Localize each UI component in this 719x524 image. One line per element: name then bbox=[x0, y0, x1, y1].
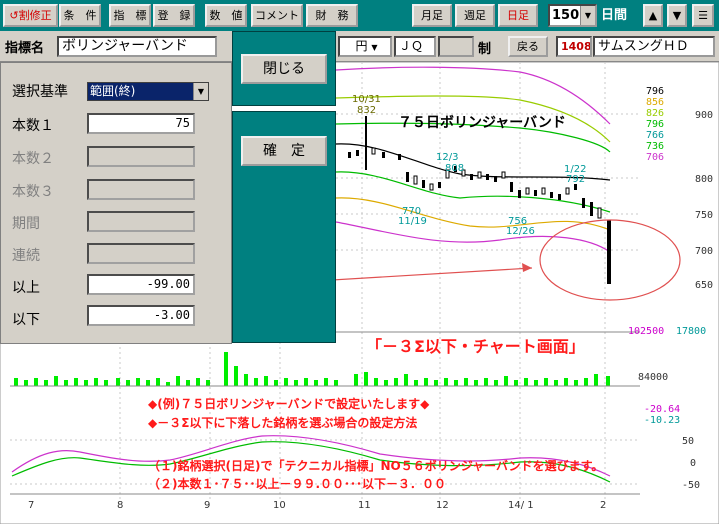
oscillator-tick: -50 bbox=[682, 480, 700, 491]
monthly-button[interactable]: 月足 bbox=[412, 4, 452, 27]
legend-value: 826 bbox=[646, 108, 664, 119]
x-date: 9 bbox=[204, 500, 211, 511]
annotation-date: 11/19 bbox=[398, 216, 427, 227]
count3-label: 本数３ bbox=[12, 184, 54, 200]
confirm-block: 確 定 bbox=[232, 111, 336, 343]
note-line: ◆－３Σ以下に下落した銘柄を選ぶ場合の設定方法 bbox=[148, 416, 418, 430]
note-line: ◆(例)７５日ボリンジャーバンドで設定いたします◆ bbox=[148, 397, 430, 411]
count2-input bbox=[87, 146, 195, 167]
confirm-button[interactable]: 確 定 bbox=[241, 136, 327, 166]
days-label: 日間 bbox=[601, 8, 628, 23]
legend-value: 796 bbox=[646, 119, 664, 130]
arrow-down-icon[interactable]: ▼ bbox=[667, 4, 687, 27]
chart-title: ７５日ボリンジャーバンド bbox=[398, 115, 566, 131]
indicator-name-label: 指標名 bbox=[5, 41, 45, 56]
criteria-value: 範囲(終) bbox=[90, 84, 136, 98]
arrow-up-icon[interactable]: ▲ bbox=[643, 4, 663, 27]
system-label: 制 bbox=[478, 42, 492, 57]
oscillator-tick: 50 bbox=[682, 436, 694, 447]
band-legend: 796 856 826 796 766 736 706 bbox=[646, 86, 664, 163]
annotation-date: 10/31 bbox=[352, 94, 381, 105]
volume-max: 102500 bbox=[628, 326, 664, 337]
continuous-input bbox=[87, 243, 195, 264]
register-button[interactable]: 登 録 bbox=[153, 4, 195, 27]
continuous-label: 連続 bbox=[12, 248, 40, 264]
legend-value: 856 bbox=[646, 97, 664, 108]
annotation-price: 832 bbox=[357, 105, 376, 116]
chevron-down-icon: ▼ bbox=[371, 43, 378, 52]
step-line: （１)銘柄選択(日足)で「テクニカル指標」NO５６ボリンジャーバンドを選びます。 bbox=[148, 459, 604, 473]
above-input[interactable]: -99.00 bbox=[87, 274, 195, 295]
oscillator-value: -10.23 bbox=[644, 415, 680, 426]
period-input bbox=[87, 211, 195, 232]
annotation-date: 12/3 bbox=[436, 152, 458, 163]
close-block: 閉じる bbox=[232, 31, 336, 106]
daily-button[interactable]: 日足 bbox=[498, 4, 538, 27]
step-line: （２)本数１･７５･･以上－９９.００･･･以下－３．００ bbox=[148, 477, 447, 491]
chevron-down-icon: ▼ bbox=[580, 6, 595, 25]
x-date: 2 bbox=[600, 500, 607, 511]
values-button[interactable]: 数 値 bbox=[205, 4, 247, 27]
criteria-label: 選択基準 bbox=[12, 84, 68, 100]
x-date: 10 bbox=[273, 500, 286, 511]
count1-input[interactable]: 75 bbox=[87, 113, 195, 134]
below-label: 以下 bbox=[12, 312, 40, 328]
blank-field bbox=[438, 36, 474, 57]
back-button[interactable]: 戻る bbox=[508, 36, 548, 57]
price-tick: 800 bbox=[695, 174, 713, 185]
legend-value: 796 bbox=[646, 86, 664, 97]
period-label: 期間 bbox=[12, 216, 40, 232]
price-tick: 900 bbox=[695, 110, 713, 121]
indicators-button[interactable]: 指 標 bbox=[109, 4, 151, 27]
criteria-select[interactable]: 範囲(終) ▼ bbox=[87, 82, 209, 101]
x-date: 14/ 1 bbox=[508, 500, 534, 511]
weekly-button[interactable]: 週足 bbox=[455, 4, 495, 27]
x-date: 7 bbox=[28, 500, 35, 511]
day-count-select[interactable]: 150 ▼ bbox=[548, 4, 597, 27]
close-button[interactable]: 閉じる bbox=[241, 54, 327, 84]
count1-label: 本数１ bbox=[12, 118, 54, 134]
currency-value: 円 bbox=[355, 39, 368, 53]
volume-min: 84000 bbox=[638, 372, 668, 383]
annotation-price: 808 bbox=[445, 163, 464, 174]
volume-side: 17800 bbox=[676, 326, 706, 337]
price-tick: 700 bbox=[695, 246, 713, 257]
comment-button[interactable]: コメント bbox=[251, 4, 303, 27]
currency-field[interactable]: 円 ▼ bbox=[338, 36, 392, 57]
market-field: ＪＱ bbox=[394, 36, 436, 57]
below-input[interactable]: -3.00 bbox=[87, 305, 195, 326]
x-date: 8 bbox=[117, 500, 124, 511]
day-count-value: 150 bbox=[552, 8, 580, 23]
indicator-row: 指標名 ボリンジャーバンド 円 ▼ ＪＱ 制 戻る 1408 サムスングＨＤ bbox=[0, 31, 719, 62]
legend-value: 766 bbox=[646, 130, 664, 141]
x-date: 12 bbox=[436, 500, 449, 511]
legend-value: 736 bbox=[646, 141, 664, 152]
price-tick: 750 bbox=[695, 210, 713, 221]
stock-code: 1408 bbox=[556, 36, 592, 57]
chevron-down-icon: ▼ bbox=[193, 83, 208, 100]
count3-input bbox=[87, 179, 195, 200]
oscillator-tick: 0 bbox=[690, 458, 696, 469]
menu-icon[interactable]: ☰ bbox=[692, 4, 714, 27]
above-label: 以上 bbox=[12, 280, 40, 296]
annotation-price: 792 bbox=[566, 174, 585, 185]
annotation-date: 12/26 bbox=[506, 226, 535, 237]
conditions-button[interactable]: 条 件 bbox=[59, 4, 101, 27]
split-adjust-button[interactable]: ↺割修正 bbox=[3, 4, 58, 27]
indicator-name-field[interactable]: ボリンジャーバンド bbox=[57, 36, 217, 57]
top-toolbar: ↺割修正 条 件 指 標 登 録 数 値 コメント 財 務 月足 週足 日足 1… bbox=[0, 0, 719, 31]
financials-button[interactable]: 財 務 bbox=[306, 4, 358, 27]
count2-label: 本数２ bbox=[12, 151, 54, 167]
settings-panel: 選択基準 範囲(終) ▼ 本数１ 75 本数２ 本数３ 期間 連続 以上 -99… bbox=[0, 62, 232, 344]
oscillator-value: -20.64 bbox=[644, 404, 680, 415]
bracket-caption: 「－３Σ以下・チャート画面」 bbox=[366, 337, 585, 356]
company-name: サムスングＨＤ bbox=[593, 36, 715, 57]
legend-value: 706 bbox=[646, 152, 664, 163]
x-date: 11 bbox=[358, 500, 371, 511]
price-tick: 650 bbox=[695, 280, 713, 291]
